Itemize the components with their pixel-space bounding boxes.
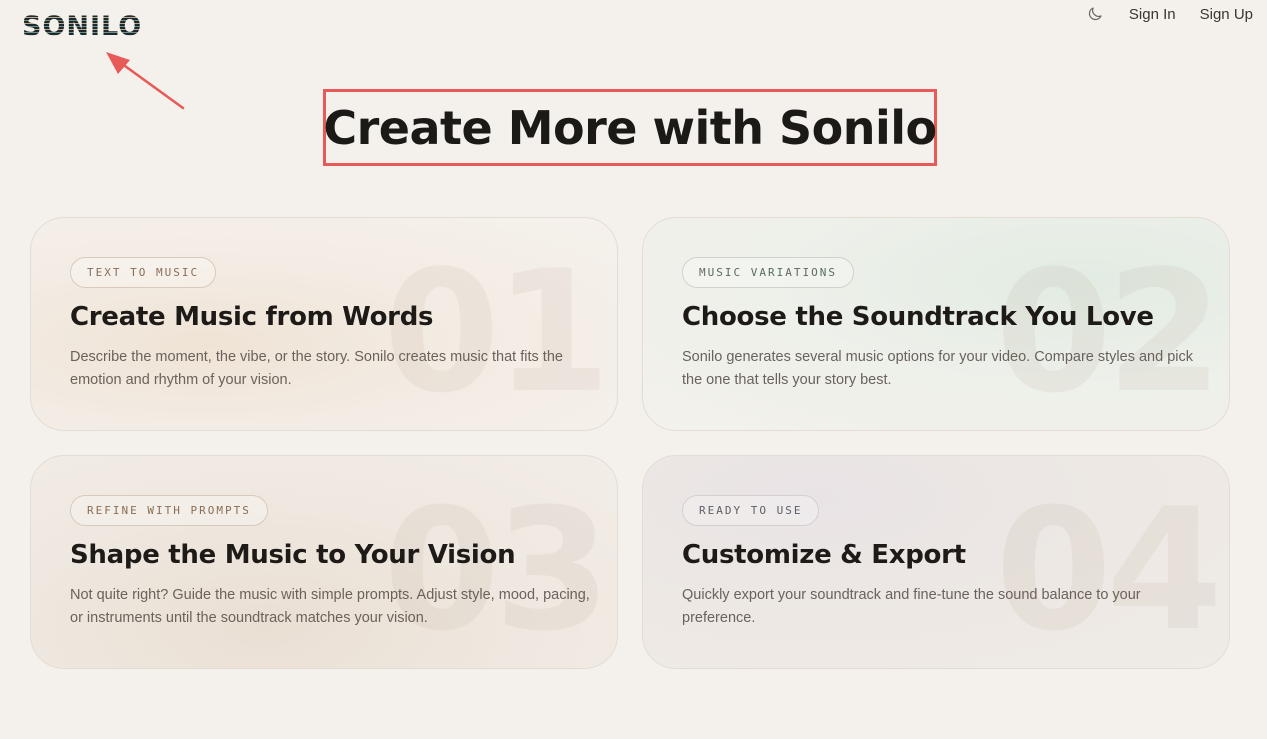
card-tag: REFINE WITH PROMPTS <box>70 495 268 526</box>
card-title: Shape the Music to Your Vision <box>70 540 516 570</box>
card-title: Choose the Soundtrack You Love <box>682 302 1154 332</box>
card-description: Not quite right? Guide the music with si… <box>70 587 590 626</box>
card-description: Describe the moment, the vibe, or the st… <box>70 349 563 388</box>
annotation-arrow-icon <box>106 52 185 110</box>
top-nav: Sign In Sign Up <box>1085 4 1253 24</box>
sign-up-link[interactable]: Sign Up <box>1200 6 1253 23</box>
card-description: Sonilo generates several music options f… <box>682 349 1193 388</box>
card-title: Create Music from Words <box>70 302 434 332</box>
feature-card-ready-to-use[interactable]: 04 READY TO USE Customize & Export Quick… <box>642 455 1230 669</box>
sign-in-link[interactable]: Sign In <box>1129 6 1176 23</box>
card-tag: MUSIC VARIATIONS <box>682 257 854 288</box>
card-tag: TEXT TO MUSIC <box>70 257 217 288</box>
hero-title-highlight: Create More with Sonilo <box>323 89 937 166</box>
sonilo-logo[interactable]: SONILO <box>22 12 142 42</box>
card-description: Quickly export your soundtrack and fine-… <box>682 587 1141 626</box>
card-tag: READY TO USE <box>682 495 820 526</box>
feature-card-text-to-music[interactable]: 01 TEXT TO MUSIC Create Music from Words… <box>30 217 618 431</box>
feature-card-music-variations[interactable]: 02 MUSIC VARIATIONS Choose the Soundtrac… <box>642 217 1230 431</box>
page: SONILO Sign In Sign Up Create More with … <box>0 0 1267 739</box>
moon-icon[interactable] <box>1085 4 1105 24</box>
page-title: Create More with Sonilo <box>323 100 937 155</box>
card-title: Customize & Export <box>682 540 966 570</box>
feature-card-refine-with-prompts[interactable]: 03 REFINE WITH PROMPTS Shape the Music t… <box>30 455 618 669</box>
